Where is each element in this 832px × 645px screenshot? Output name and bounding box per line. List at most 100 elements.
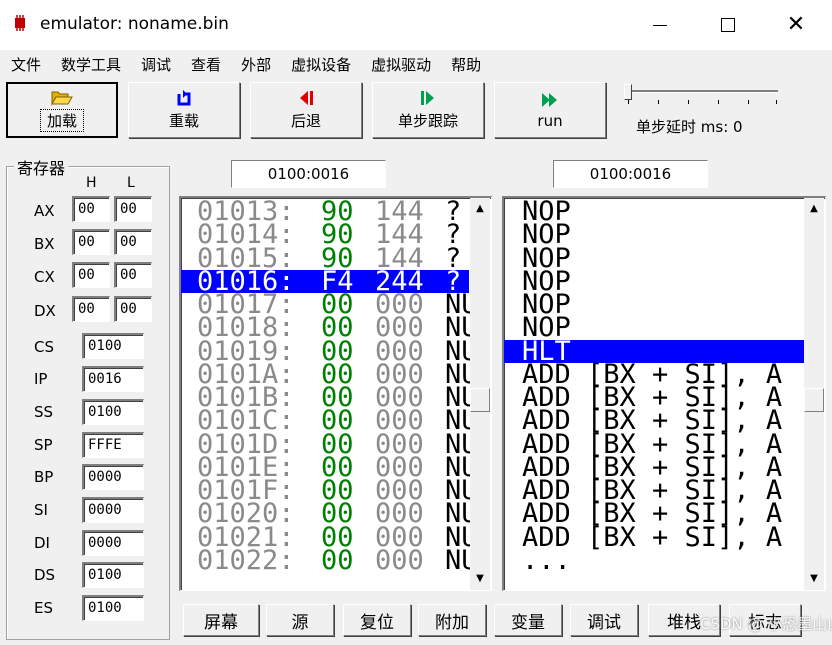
memory-hex-cell: 00 <box>321 544 354 576</box>
menu-virtual-drive[interactable]: 虚拟驱动 <box>360 54 440 75</box>
register-ax-label: AX <box>34 202 55 220</box>
memory-address-cell: 01022: <box>197 544 295 576</box>
step-delay-slider[interactable] <box>628 90 778 93</box>
low-byte-header: L <box>127 175 135 191</box>
memory-row[interactable]: 01022:00000NU <box>181 544 471 576</box>
slider-tick <box>748 100 749 104</box>
register-ss-field[interactable]: 0100 <box>82 399 144 425</box>
slider-tick <box>658 100 659 104</box>
step-delay-slider-thumb[interactable] <box>624 84 632 100</box>
slider-tick <box>776 100 777 104</box>
scroll-thumb[interactable] <box>470 388 490 412</box>
single-step-button-label: 单步跟踪 <box>397 112 458 130</box>
minimize-icon <box>653 24 667 26</box>
memory-char-cell: NU <box>445 544 471 576</box>
arrow-up-icon: ▲ <box>810 202 818 214</box>
register-bh-field[interactable]: 00 <box>72 229 110 255</box>
menu-view[interactable]: 查看 <box>180 54 230 75</box>
disassembly-rows: NOP NOP NOP NOP NOP NOP HLT ADD [BX + SI], A ADD… <box>504 198 804 590</box>
slider-tick <box>688 100 689 104</box>
register-cl-field[interactable]: 00 <box>114 262 152 288</box>
memory-decimal-cell: 000 <box>375 544 424 576</box>
menu-bar: 文件 数学工具 调试 查看 外部 虚拟设备 虚拟驱动 帮助 <box>0 50 832 78</box>
memory-address-input[interactable]: 0100:0016 <box>231 160 386 188</box>
reload-icon <box>177 90 191 106</box>
disassembly-scrollbar[interactable]: ▲ ▼ <box>804 198 824 590</box>
scroll-down-button[interactable]: ▼ <box>470 568 490 588</box>
close-icon: ✕ <box>786 12 806 37</box>
register-bp-label: BP <box>34 468 54 486</box>
reload-button-label: 重载 <box>168 112 199 130</box>
menu-debug[interactable]: 调试 <box>130 54 180 75</box>
register-ah-field[interactable]: 00 <box>72 196 110 222</box>
register-bl-field[interactable]: 00 <box>114 229 152 255</box>
load-button[interactable]: 加载 <box>6 82 118 138</box>
register-sp-field[interactable]: FFFE <box>82 432 144 458</box>
scroll-up-button[interactable]: ▲ <box>804 198 824 218</box>
disassembly-list[interactable]: NOP NOP NOP NOP NOP NOP HLT ADD [BX + SI], A ADD… <box>502 196 826 591</box>
register-bx-label: BX <box>34 235 55 253</box>
memory-rows: 01013: 90 144? 01014: 90 144? 01015: 90 144? 0101… <box>181 198 471 590</box>
register-ss-label: SS <box>34 403 54 421</box>
registers-title: 寄存器 <box>14 155 69 179</box>
debug-button[interactable]: 调试 <box>570 604 638 636</box>
register-ch-field[interactable]: 00 <box>72 262 110 288</box>
register-si-field[interactable]: 0000 <box>82 497 144 523</box>
step-forward-icon <box>421 91 434 105</box>
vars-button[interactable]: 变量 <box>494 604 562 636</box>
disassembly-address-input[interactable]: 0100:0016 <box>553 160 708 188</box>
step-delay-label: 单步延时 ms: 0 <box>636 118 743 136</box>
maximize-icon <box>721 18 735 32</box>
memory-list[interactable]: 01013: 90 144? 01014: 90 144? 01015: 90 144? 0101… <box>179 196 492 591</box>
register-al-field[interactable]: 00 <box>114 196 152 222</box>
source-button[interactable]: 源 <box>266 604 334 636</box>
register-ds-field[interactable]: 0100 <box>82 562 144 588</box>
register-ip-label: IP <box>34 370 48 388</box>
scroll-up-button[interactable]: ▲ <box>470 198 490 218</box>
arrow-down-icon: ▼ <box>810 572 818 584</box>
run-icon <box>542 92 557 107</box>
single-step-button[interactable]: 单步跟踪 <box>372 82 484 138</box>
register-cs-label: CS <box>34 338 54 356</box>
window-title: emulator: noname.bin <box>40 14 229 34</box>
register-ds-label: DS <box>34 566 56 584</box>
menu-math-tools[interactable]: 数学工具 <box>50 54 130 75</box>
menu-file[interactable]: 文件 <box>0 54 50 75</box>
watermark: CSDN @ 小恐墨山山 <box>700 615 832 633</box>
register-si-label: SI <box>34 501 48 519</box>
reload-button[interactable]: 重载 <box>128 82 240 138</box>
scroll-down-button[interactable]: ▼ <box>804 568 824 588</box>
register-dx-label: DX <box>34 302 56 320</box>
load-button-label: 加载 <box>39 109 84 132</box>
step-back-button[interactable]: 后退 <box>250 82 362 138</box>
chip-icon <box>15 15 25 31</box>
minimize-button[interactable] <box>626 0 694 50</box>
screen-button[interactable]: 屏幕 <box>183 604 259 636</box>
register-cs-field[interactable]: 0100 <box>82 333 144 359</box>
memory-scrollbar[interactable]: ▲ ▼ <box>470 198 490 590</box>
disassembly-row[interactable]: ... <box>504 544 804 576</box>
menu-help[interactable]: 帮助 <box>440 54 490 75</box>
register-bp-field[interactable]: 0000 <box>82 464 144 490</box>
register-es-field[interactable]: 0100 <box>82 595 144 621</box>
menu-external[interactable]: 外部 <box>230 54 280 75</box>
slider-tick <box>718 100 719 104</box>
run-button-label: run <box>537 111 563 130</box>
menu-virtual-devices[interactable]: 虚拟设备 <box>280 54 360 75</box>
register-dh-field[interactable]: 00 <box>72 296 110 322</box>
register-di-field[interactable]: 0000 <box>82 530 144 556</box>
arrow-up-icon: ▲ <box>476 202 484 214</box>
register-ip-field[interactable]: 0016 <box>82 366 144 392</box>
step-back-icon <box>300 91 313 105</box>
register-es-label: ES <box>34 599 53 617</box>
register-dl-field[interactable]: 00 <box>114 296 152 322</box>
run-button[interactable]: run <box>494 82 606 138</box>
register-di-label: DI <box>34 534 50 552</box>
reset-button[interactable]: 复位 <box>343 604 411 636</box>
maximize-button[interactable] <box>694 0 762 50</box>
register-cx-label: CX <box>34 268 55 286</box>
instruction-text: ... <box>522 544 571 576</box>
aux-button[interactable]: 附加 <box>418 604 486 636</box>
close-button[interactable]: ✕ <box>762 0 830 50</box>
scroll-thumb[interactable] <box>804 388 824 412</box>
